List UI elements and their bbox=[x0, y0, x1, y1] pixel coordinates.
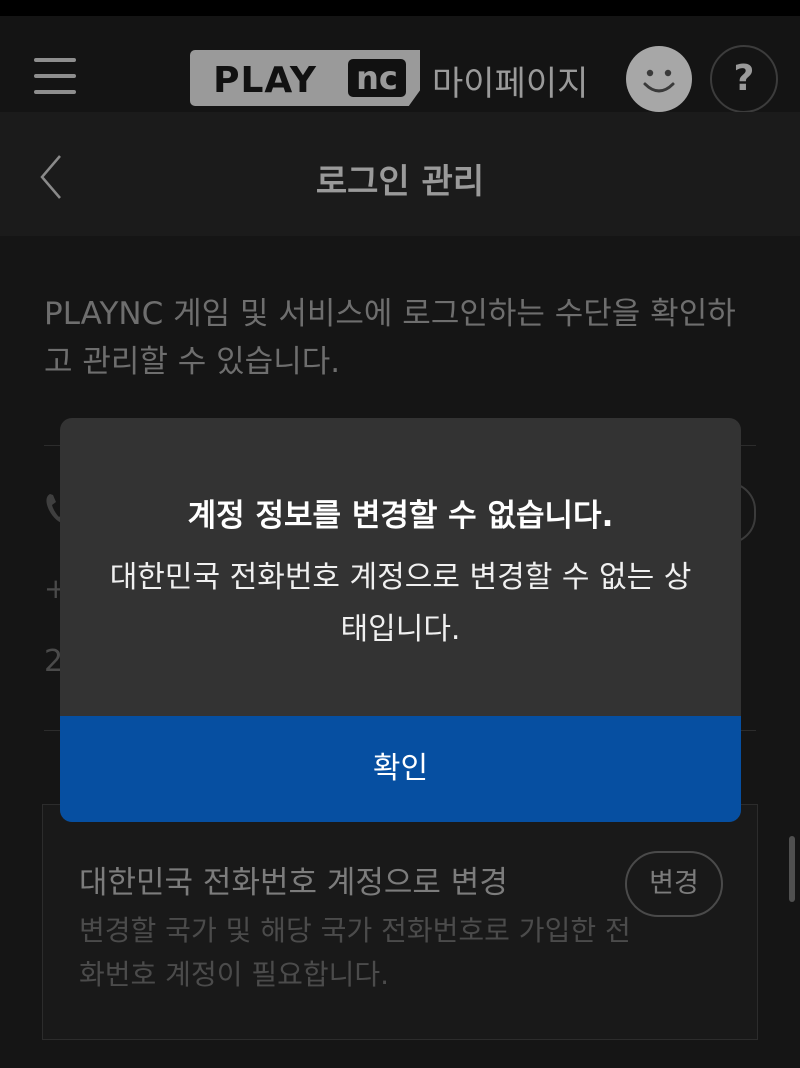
alert-dialog: 계정 정보를 변경할 수 없습니다. 대한민국 전화번호 계정으로 변경할 수 … bbox=[60, 418, 741, 822]
logo-nc-text: nc bbox=[348, 59, 406, 97]
mypage-label: 마이페이지 bbox=[432, 64, 589, 104]
help-icon[interactable]: ? bbox=[710, 45, 778, 113]
change-account-card: 대한민국 전화번호 계정으로 변경 변경할 국가 및 해당 국가 전화번호로 가… bbox=[42, 804, 758, 1040]
scrollbar-thumb[interactable] bbox=[789, 836, 795, 902]
dialog-message: 대한민국 전화번호 계정으로 변경할 수 없는 상태입니다. bbox=[109, 560, 692, 647]
logo-play-block: PLAY bbox=[190, 50, 340, 106]
change-card-title: 대한민국 전화번호 계정으로 변경 bbox=[79, 865, 508, 901]
status-bar bbox=[0, 0, 800, 16]
logo-play-text: PLAY bbox=[213, 60, 317, 101]
logo-nc-block: nc bbox=[340, 50, 420, 106]
confirm-button[interactable]: 확인 bbox=[60, 716, 741, 822]
change-card-description: 변경할 국가 및 해당 국가 전화번호로 가입한 전화번호 계정이 필요합니다. bbox=[79, 914, 631, 991]
change-button[interactable]: 변경 bbox=[625, 851, 723, 917]
page-subheader: 로그인 관리 bbox=[0, 112, 800, 236]
top-header: PLAY nc 마이페이지 ? bbox=[0, 16, 800, 113]
dialog-title: 계정 정보를 변경할 수 없습니다. bbox=[187, 498, 614, 534]
plaync-logo[interactable]: PLAY nc bbox=[190, 50, 420, 108]
avatar-smiley-icon[interactable] bbox=[626, 46, 692, 112]
intro-description: PLAYNC 게임 및 서비스에 로그인하는 수단을 확인하고 관리할 수 있습… bbox=[44, 296, 736, 380]
page-title: 로그인 관리 bbox=[315, 162, 485, 202]
hamburger-menu-icon[interactable] bbox=[32, 54, 78, 98]
